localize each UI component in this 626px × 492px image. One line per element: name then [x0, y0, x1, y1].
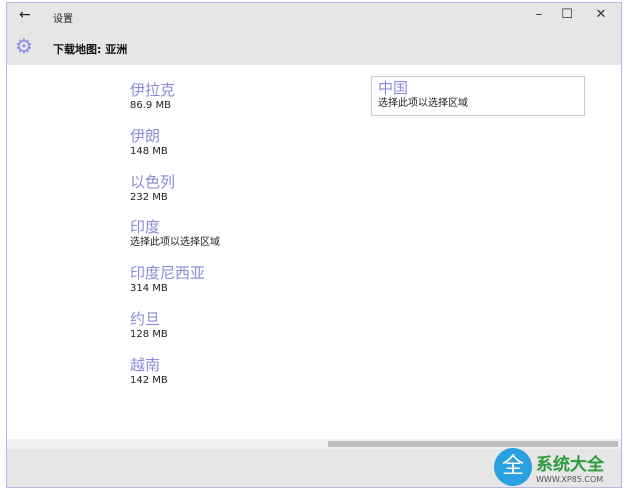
- page-title: 下载地图: 亚洲: [53, 43, 128, 56]
- close-button[interactable]: ✕: [591, 7, 611, 22]
- country-item-selected[interactable]: 中国 选择此项以选择区域: [371, 76, 585, 116]
- country-detail: 选择此项以选择区域: [378, 98, 468, 109]
- country-item[interactable]: 约旦 128 MB: [130, 310, 168, 342]
- country-name: 印度尼西亚: [130, 264, 206, 282]
- watermark-url: WWW.XP85.COM: [536, 475, 604, 484]
- maximize-button[interactable]: ☐: [557, 7, 577, 22]
- scrollbar-thumb[interactable]: [328, 441, 618, 447]
- settings-window: ← 设置 – ☐ ✕ ⚙ 下载地图: 亚洲 伊拉克 86.9 MB 伊朗 148 M…: [6, 2, 622, 488]
- watermark-icon: 全: [494, 448, 532, 486]
- country-size: 232 MB: [130, 192, 168, 203]
- country-name: 中国: [378, 79, 409, 97]
- window-title: 设置: [53, 14, 73, 25]
- country-item[interactable]: 越南 142 MB: [130, 356, 168, 388]
- country-name: 越南: [130, 356, 161, 374]
- country-item[interactable]: 伊朗 148 MB: [130, 127, 168, 159]
- watermark-text: 系统大全: [536, 455, 604, 475]
- country-size: 86.9 MB: [130, 100, 171, 111]
- country-size: 128 MB: [130, 329, 168, 340]
- page-header: ⚙ 下载地图: 亚洲: [7, 31, 621, 65]
- country-name: 以色列: [130, 173, 176, 191]
- minimize-button[interactable]: –: [529, 7, 549, 22]
- title-bar: ← 设置 – ☐ ✕: [7, 3, 621, 31]
- country-item[interactable]: 以色列 232 MB: [130, 173, 175, 205]
- country-size: 148 MB: [130, 146, 168, 157]
- back-button[interactable]: ←: [19, 7, 31, 23]
- watermark-logo: 全 系统大全 WWW.XP85.COM: [494, 448, 604, 486]
- country-size: 选择此项以选择区域: [130, 237, 220, 248]
- gear-icon: ⚙: [15, 34, 33, 58]
- country-name: 伊拉克: [130, 81, 176, 99]
- country-item[interactable]: 伊拉克 86.9 MB: [130, 81, 175, 113]
- country-size: 142 MB: [130, 375, 168, 386]
- country-name: 伊朗: [130, 127, 161, 145]
- country-size: 314 MB: [130, 283, 168, 294]
- country-name: 约旦: [130, 310, 161, 328]
- country-item[interactable]: 印度 选择此项以选择区域: [130, 218, 220, 250]
- country-name: 印度: [130, 218, 161, 236]
- country-item[interactable]: 印度尼西亚 314 MB: [130, 264, 205, 296]
